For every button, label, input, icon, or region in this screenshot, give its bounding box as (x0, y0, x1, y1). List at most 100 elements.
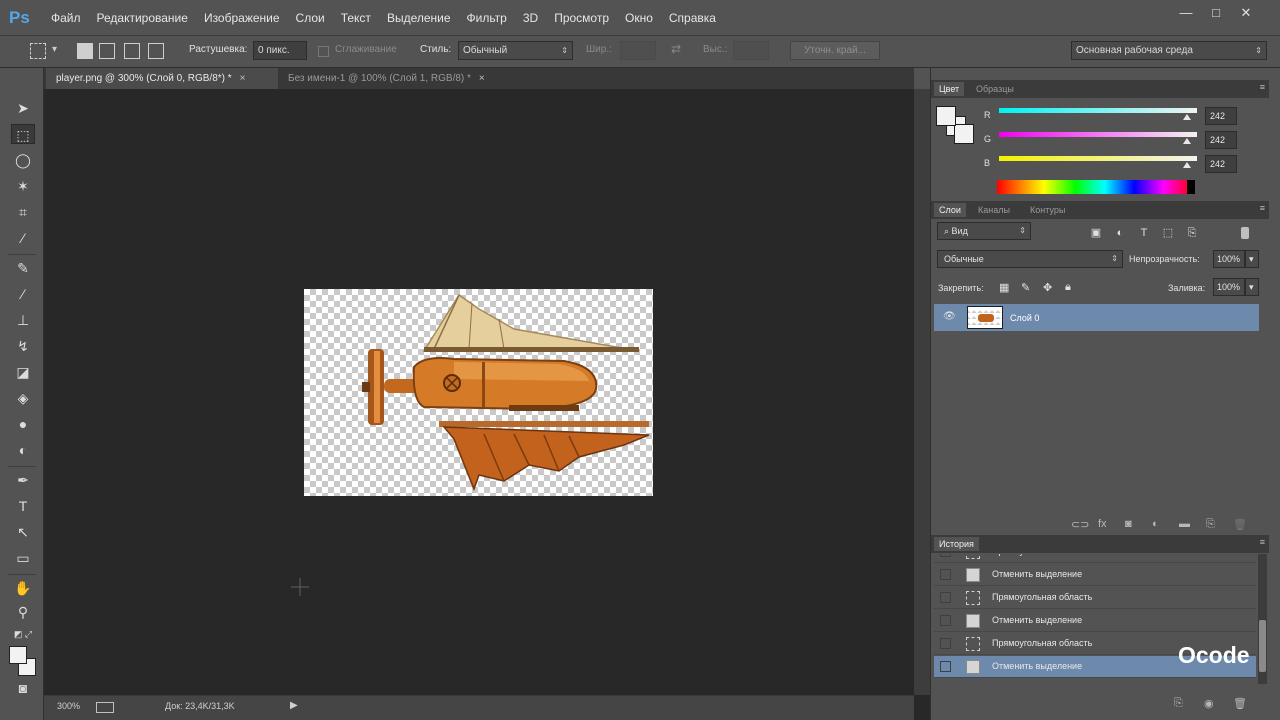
menu-item[interactable]: Выделение (387, 11, 451, 25)
play-arrow-icon[interactable]: ▶ (290, 700, 298, 711)
zoom-tool-icon[interactable]: ⚲ (11, 602, 35, 622)
zoom-level[interactable]: 300% (57, 701, 80, 711)
history-row[interactable]: Прямоугольная область (934, 587, 1256, 609)
dodge-tool-icon[interactable]: ◐ (11, 440, 35, 460)
spectrum-black[interactable] (1187, 180, 1195, 194)
blue-slider-thumb[interactable] (1183, 162, 1191, 168)
refine-edge-button[interactable]: Уточн. край... (790, 41, 880, 60)
add-mask-icon[interactable]: ◙ (1125, 518, 1132, 530)
subtract-selection-icon[interactable] (124, 43, 140, 59)
layer-row[interactable]: 👁︎ Слой 0 (934, 304, 1259, 331)
menu-item[interactable]: Фильтр (467, 11, 507, 25)
history-scrollbar-thumb[interactable] (1259, 620, 1266, 672)
red-value-input[interactable]: 242 (1205, 107, 1237, 125)
new-selection-icon[interactable] (77, 43, 93, 59)
tab-untitled-1[interactable]: Без имени-1 @ 100% (Слой 1, RGB/8) * × (278, 68, 518, 89)
tab-channels[interactable]: Каналы (973, 203, 1015, 217)
history-row[interactable]: Отменить выделение (934, 564, 1256, 586)
snapshot-camera-icon[interactable]: ◉ (1204, 697, 1214, 710)
history-snapshot-checkbox[interactable] (940, 592, 951, 603)
layer-name[interactable]: Слой 0 (1010, 313, 1039, 323)
quick-mask-icon[interactable]: ◙ (11, 678, 35, 698)
fill-dropdown-icon[interactable]: ▾ (1245, 278, 1259, 296)
history-snapshot-checkbox[interactable] (940, 569, 951, 580)
swap-dimensions-icon[interactable]: ⇄ (671, 42, 681, 56)
opacity-dropdown-icon[interactable]: ▾ (1245, 250, 1259, 268)
crop-tool-icon[interactable]: ⌗ (11, 202, 35, 222)
opacity-input[interactable]: 100% (1213, 250, 1245, 268)
close-icon[interactable]: × (479, 73, 485, 84)
feather-input[interactable]: 0 пикс. (253, 41, 307, 60)
fill-input[interactable]: 100% (1213, 278, 1245, 296)
close-window-button[interactable]: ✕ (1234, 5, 1258, 21)
canvas-vertical-scrollbar[interactable] (914, 89, 930, 695)
shape-filter-icon[interactable]: ⬚ (1161, 226, 1175, 240)
adjustment-filter-icon[interactable]: ◐ (1113, 226, 1127, 240)
layer-filter-select[interactable]: ⌕ Вид ⇕ (937, 222, 1031, 240)
history-row[interactable]: Отменить выделение (934, 610, 1256, 632)
menu-item[interactable]: Окно (625, 11, 653, 25)
style-select[interactable]: Обычный ⇕ (458, 41, 573, 60)
menu-item[interactable]: Текст (341, 11, 371, 25)
blue-slider[interactable] (999, 156, 1197, 161)
color-spectrum-bar[interactable] (997, 180, 1193, 194)
type-tool-icon[interactable]: T (11, 496, 35, 516)
green-slider[interactable] (999, 132, 1197, 137)
menu-item[interactable]: 3D (523, 11, 538, 25)
menu-item[interactable]: Файл (51, 11, 81, 25)
lock-transparent-icon[interactable]: ▦ (999, 281, 1009, 294)
rectangle-shape-tool-icon[interactable]: ▭ (11, 548, 35, 568)
zoom-preview-icon[interactable] (96, 702, 114, 713)
spot-healing-tool-icon[interactable]: ✎ (11, 258, 35, 278)
pixel-filter-icon[interactable]: ▣ (1089, 226, 1103, 240)
history-snapshot-checkbox[interactable] (940, 661, 951, 672)
new-document-from-state-icon[interactable]: ⎘ (1174, 697, 1183, 710)
close-icon[interactable]: × (240, 73, 246, 84)
workspace-select[interactable]: Основная рабочая среда ⇕ (1071, 41, 1267, 60)
eyedropper-tool-icon[interactable]: ⁄ (11, 228, 35, 248)
canvas-area[interactable] (44, 89, 914, 695)
path-selection-tool-icon[interactable]: ↖ (11, 522, 35, 542)
delete-state-icon[interactable]: 🗑︎ (1233, 697, 1247, 710)
tab-layers[interactable]: Слои (934, 203, 966, 217)
smart-object-filter-icon[interactable]: ⎘ (1185, 226, 1199, 240)
rectangular-marquee-tool-icon[interactable]: ⬚ (11, 124, 35, 144)
clone-stamp-tool-icon[interactable]: ⊥ (11, 310, 35, 330)
intersect-selection-icon[interactable] (148, 43, 164, 59)
lock-all-icon[interactable]: 🔒︎ (1065, 281, 1071, 294)
lock-position-icon[interactable]: ✥ (1043, 281, 1052, 294)
width-input[interactable] (620, 41, 656, 60)
lasso-tool-icon[interactable]: ◯ (11, 150, 35, 170)
tab-history[interactable]: История (934, 537, 979, 551)
green-slider-thumb[interactable] (1183, 138, 1191, 144)
red-slider[interactable] (999, 108, 1197, 113)
history-snapshot-checkbox[interactable] (940, 554, 951, 557)
menu-item[interactable]: Слои (296, 11, 325, 25)
foreground-swatch-front[interactable] (936, 106, 956, 126)
history-brush-tool-icon[interactable]: ↯ (11, 336, 35, 356)
link-layers-icon[interactable]: ⊂⊃ (1071, 518, 1089, 531)
tab-color[interactable]: Цвет (934, 82, 965, 96)
magic-wand-tool-icon[interactable]: ✶ (11, 176, 35, 196)
paint-bucket-tool-icon[interactable]: ◈ (11, 388, 35, 408)
type-filter-icon[interactable]: T (1137, 226, 1151, 240)
layer-style-fx-icon[interactable]: fx (1098, 518, 1107, 530)
default-colors-icon[interactable]: ◩ ⤢ (11, 624, 35, 644)
height-input[interactable] (733, 41, 769, 60)
menu-item[interactable]: Справка (669, 11, 716, 25)
adjustment-layer-icon[interactable]: ◐ (1152, 518, 1159, 530)
filter-toggle[interactable] (1241, 227, 1249, 239)
history-snapshot-checkbox[interactable] (940, 615, 951, 626)
history-scrollbar[interactable] (1258, 554, 1267, 684)
panel-menu-icon[interactable]: ≡ (1260, 203, 1265, 213)
menu-item[interactable]: Изображение (204, 11, 280, 25)
green-value-input[interactable]: 242 (1205, 131, 1237, 149)
eye-icon[interactable]: 👁︎ (943, 311, 956, 322)
blur-tool-icon[interactable]: ● (11, 414, 35, 434)
document-canvas[interactable] (304, 289, 653, 496)
delete-layer-icon[interactable]: 🗑︎ (1233, 518, 1247, 531)
panel-menu-icon[interactable]: ≡ (1260, 82, 1265, 92)
brush-tool-icon[interactable]: ∕ (11, 284, 35, 304)
hand-tool-icon[interactable]: ✋ (11, 578, 35, 598)
blend-mode-select[interactable]: Обычные ⇕ (937, 250, 1123, 268)
